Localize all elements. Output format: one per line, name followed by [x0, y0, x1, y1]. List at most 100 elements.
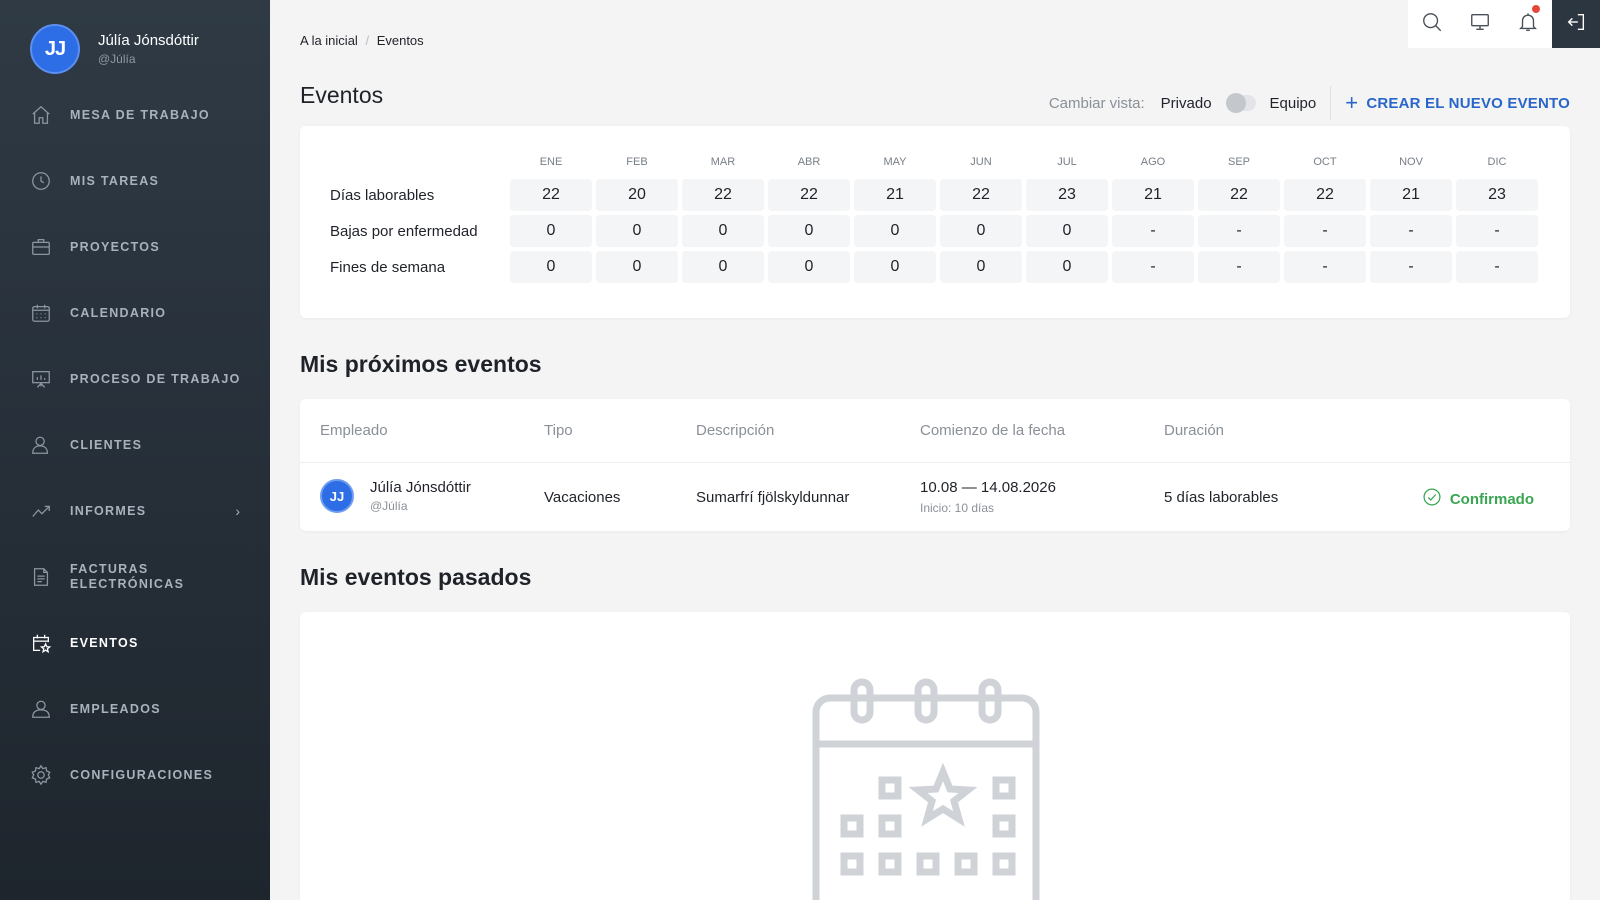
month-header: SEP [1227, 156, 1250, 168]
calendar-star-icon [810, 678, 1042, 900]
summary-cell: - [1112, 251, 1194, 283]
notifications-button[interactable] [1504, 0, 1552, 48]
sidebar-item-label: EVENTOS [70, 635, 139, 650]
summary-cell: 22 [768, 179, 850, 211]
breadcrumb-current: Eventos [376, 33, 424, 48]
calendar-icon [30, 302, 52, 324]
view-option-private[interactable]: Privado [1161, 95, 1212, 112]
summary-cell: - [1112, 215, 1194, 247]
view-switch-label: Cambiar vista: [1048, 94, 1145, 112]
chevron-right-icon: › [235, 503, 240, 519]
sidebar-item-clientes[interactable]: CLIENTES [0, 412, 270, 478]
user-name: Júlía Jónsdóttir [98, 32, 199, 49]
monthly-summary-table: ENE FEB MAR ABR MAY JUN JUL AGO SEP OCT … [330, 153, 1542, 285]
summary-cell: 0 [682, 215, 764, 247]
sidebar-item-mesa-de-trabajo[interactable]: MESA DE TRABAJO [0, 82, 270, 148]
summary-cell: - [1370, 251, 1452, 283]
create-event-button[interactable]: + CREAR EL NUEVO EVENTO [1345, 92, 1570, 114]
summary-cell: 20 [596, 179, 678, 211]
sidebar-item-proceso-de-trabajo[interactable]: PROCESO DE TRABAJO [0, 346, 270, 412]
summary-cell: 22 [510, 179, 592, 211]
sidebar-item-label: PROYECTOS [70, 239, 160, 254]
column-header-type[interactable]: Tipo [544, 422, 573, 439]
view-switch: Cambiar vista: Privado Equipo + CREAR EL… [1049, 86, 1570, 120]
summary-cell: 0 [596, 215, 678, 247]
presentation-icon [30, 368, 52, 390]
summary-cell: 0 [768, 251, 850, 283]
sidebar-item-label: MIS TAREAS [70, 173, 160, 188]
column-header-employee[interactable]: Empleado [320, 422, 388, 439]
month-header: MAY [883, 156, 907, 168]
event-description: Sumarfrí fjölskyldunnar [696, 489, 850, 506]
summary-cell: 23 [1456, 179, 1538, 211]
summary-cell: 21 [1370, 179, 1452, 211]
summary-cell: 0 [596, 251, 678, 283]
employee-name: Júlía Jónsdóttir [370, 479, 471, 496]
column-header-description[interactable]: Descripción [696, 422, 774, 439]
sidebar-item-label: PROCESO DE TRABAJO [70, 371, 241, 386]
status-label: Confirmado [1449, 490, 1534, 508]
summary-cell: 0 [1026, 215, 1108, 247]
sidebar-item-label: MESA DE TRABAJO [70, 107, 210, 122]
summary-cell: 22 [1284, 179, 1366, 211]
search-button[interactable] [1408, 0, 1456, 48]
breadcrumb-home-link[interactable]: A la inicial [300, 33, 358, 48]
column-header-start-date[interactable]: Comienzo de la fecha [920, 422, 1065, 439]
sidebar-nav: MESA DE TRABAJO MIS TAREAS PROYECTOS CAL… [0, 82, 270, 808]
summary-cell: - [1284, 251, 1366, 283]
user-icon [30, 434, 52, 456]
month-header: ENE [539, 156, 563, 168]
table-header: Empleado Tipo Descripción Comienzo de la… [300, 399, 1570, 463]
sidebar-item-label: FACTURAS ELECTRÓNICAS [70, 562, 185, 591]
sidebar-item-informes[interactable]: INFORMES › [0, 478, 270, 544]
month-header: MAR [710, 156, 736, 168]
divider [1330, 86, 1332, 120]
view-option-team[interactable]: Equipo [1270, 95, 1317, 112]
event-dates: 10.08 — 14.08.2026 [920, 479, 1056, 496]
employee-handle: @Júlía [370, 499, 408, 513]
sidebar-item-label: CALENDARIO [70, 305, 167, 320]
upcoming-events-table: Empleado Tipo Descripción Comienzo de la… [300, 399, 1570, 531]
user-handle: @Júlía [98, 52, 136, 66]
status-badge: Confirmado [1422, 487, 1534, 511]
logout-button[interactable] [1552, 0, 1600, 48]
screen-button[interactable] [1456, 0, 1504, 48]
users-icon [30, 698, 52, 720]
sidebar-item-empleados[interactable]: EMPLEADOS [0, 676, 270, 742]
column-header-duration[interactable]: Duración [1164, 422, 1224, 439]
avatar: JJ [320, 479, 354, 513]
summary-cell: 0 [1026, 251, 1108, 283]
summary-cell: - [1284, 215, 1366, 247]
event-dates-cell: 10.08 — 14.08.2026 Inicio: 10 días [920, 479, 1056, 515]
sidebar-item-label: CONFIGURACIONES [70, 767, 214, 782]
check-circle-icon [1422, 487, 1450, 511]
table-row[interactable]: JJ Júlía Jónsdóttir @Júlía Vacaciones Su… [300, 463, 1570, 531]
sidebar-item-calendario[interactable]: CALENDARIO [0, 280, 270, 346]
summary-cell: 23 [1026, 179, 1108, 211]
month-header: FEB [626, 156, 648, 168]
sidebar-item-mis-tareas[interactable]: MIS TAREAS [0, 148, 270, 214]
plus-icon: + [1345, 90, 1359, 115]
summary-cell: - [1198, 215, 1280, 247]
summary-cell: 0 [940, 251, 1022, 283]
past-events-title: Mis eventos pasados [300, 564, 532, 590]
summary-cell: 0 [510, 251, 592, 283]
sidebar-item-eventos[interactable]: EVENTOS [0, 610, 270, 676]
sidebar-item-facturas-electronicas[interactable]: FACTURAS ELECTRÓNICAS [0, 544, 270, 610]
summary-cell: - [1456, 215, 1538, 247]
notification-dot [1532, 5, 1540, 13]
view-toggle[interactable] [1225, 93, 1256, 113]
summary-row-sick-leave: Bajas por enfermedad 0 0 0 0 0 0 0 - - -… [330, 213, 1542, 249]
summary-header-row: ENE FEB MAR ABR MAY JUN JUL AGO SEP OCT … [330, 153, 1542, 171]
summary-cell: 21 [1112, 179, 1194, 211]
month-header: AGO [1140, 156, 1166, 168]
user-profile[interactable]: JJ Júlía Jónsdóttir @Júlía [30, 24, 199, 74]
summary-cell: 22 [682, 179, 764, 211]
month-header: JUL [1057, 156, 1077, 168]
month-header: DIC [1487, 156, 1507, 168]
sidebar-item-configuraciones[interactable]: CONFIGURACIONES [0, 742, 270, 808]
summary-cell: 22 [1198, 179, 1280, 211]
top-toolbar [1408, 0, 1600, 48]
sidebar-item-proyectos[interactable]: PROYECTOS [0, 214, 270, 280]
monitor-icon [1469, 11, 1491, 38]
